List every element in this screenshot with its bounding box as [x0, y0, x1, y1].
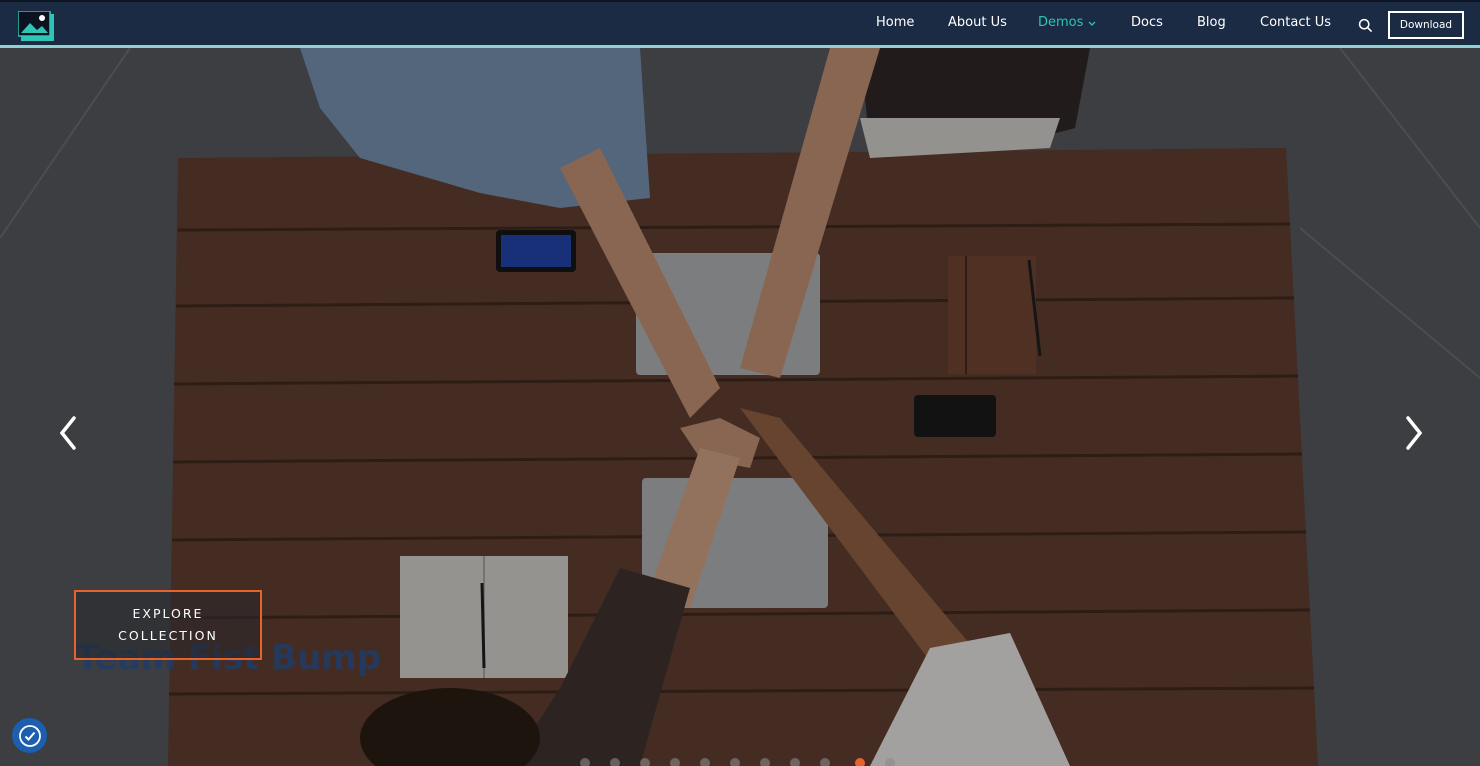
- nav-blog[interactable]: Blog: [1197, 15, 1226, 30]
- accessibility-button[interactable]: [12, 718, 47, 753]
- nav-contact-us[interactable]: Contact Us: [1260, 15, 1331, 30]
- nav-docs[interactable]: Docs: [1131, 15, 1163, 30]
- chevron-left-icon[interactable]: [54, 408, 84, 458]
- chevron-down-icon[interactable]: [1088, 21, 1096, 27]
- accessibility-icon: [18, 724, 41, 747]
- hero-slider: Team Fist Bump EXPLORE COLLECTION: [0, 48, 1480, 766]
- nav-links: Home About Us Demos Docs Blog Contact Us: [0, 2, 1480, 47]
- nav-about-us[interactable]: About Us: [948, 15, 1007, 30]
- slider-dot[interactable]: [730, 758, 740, 766]
- nav-demos[interactable]: Demos: [1038, 15, 1083, 30]
- slider-dot[interactable]: [640, 758, 650, 766]
- search-icon[interactable]: [1358, 18, 1373, 33]
- slider-dot[interactable]: [670, 758, 680, 766]
- explore-collection-label: EXPLORE COLLECTION: [118, 606, 218, 643]
- chevron-right-icon[interactable]: [1398, 408, 1428, 458]
- download-button[interactable]: Download: [1388, 11, 1464, 39]
- slider-dot[interactable]: [580, 758, 590, 766]
- slider-dot[interactable]: [790, 758, 800, 766]
- slider-dot[interactable]: [700, 758, 710, 766]
- slider-pagination: [580, 758, 900, 766]
- slider-dot[interactable]: [820, 758, 830, 766]
- slider-dot[interactable]: [885, 758, 895, 766]
- top-navbar: Home About Us Demos Docs Blog Contact Us…: [0, 0, 1480, 48]
- explore-collection-button[interactable]: EXPLORE COLLECTION: [74, 590, 262, 660]
- slider-dot[interactable]: [610, 758, 620, 766]
- nav-home[interactable]: Home: [876, 15, 914, 30]
- slider-dot[interactable]: [760, 758, 770, 766]
- slider-dot-active[interactable]: [855, 758, 865, 766]
